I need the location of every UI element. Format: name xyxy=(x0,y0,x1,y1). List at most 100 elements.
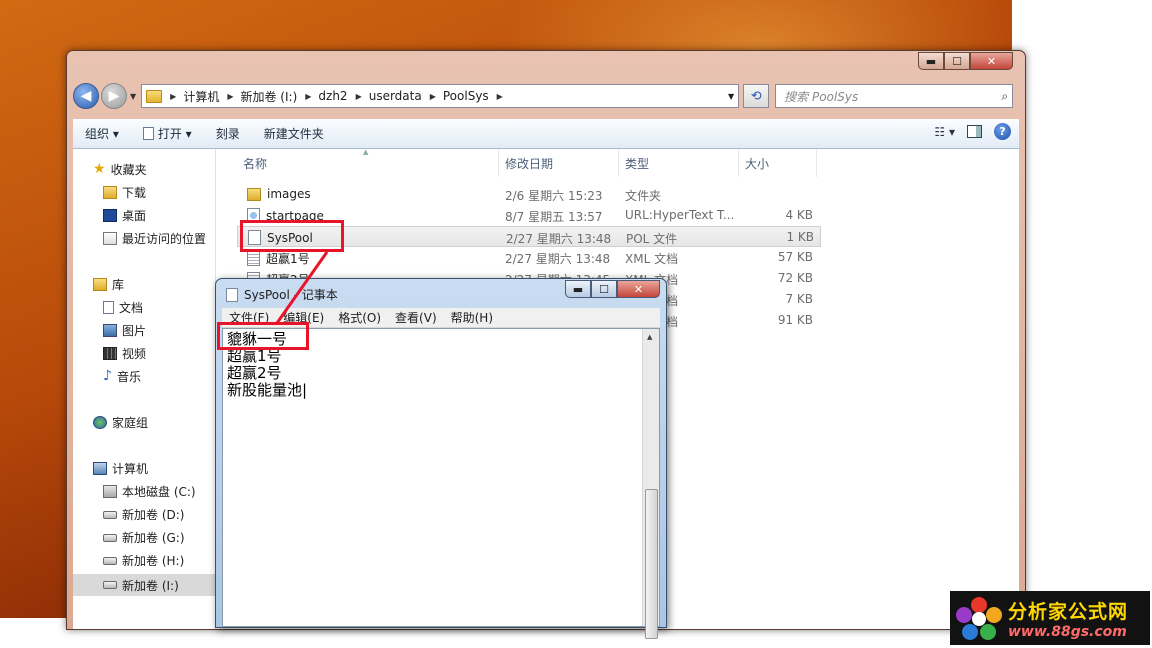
notepad-close-button[interactable]: ✕ xyxy=(617,280,660,298)
scrollbar-thumb[interactable] xyxy=(645,489,658,639)
nav-videos[interactable]: 视频 xyxy=(103,345,146,362)
computer-icon xyxy=(93,462,107,475)
documents-icon xyxy=(103,301,114,314)
recent-places-icon xyxy=(103,232,117,245)
recent-pages-dropdown[interactable]: ▼ xyxy=(130,92,136,101)
pictures-icon xyxy=(103,324,117,337)
forward-button[interactable]: ▶ xyxy=(101,83,127,109)
file-date: 2/6 星期六 15:23 xyxy=(505,189,603,203)
nav-drive-c[interactable]: 本地磁盘 (C:) xyxy=(103,483,196,500)
column-header-date[interactable]: 修改日期 xyxy=(499,149,619,177)
desktop-icon xyxy=(103,209,117,222)
column-header-name[interactable]: 名称 ▲ xyxy=(237,148,499,177)
burn-button[interactable]: 刻录 xyxy=(204,125,252,142)
open-label: 打开 ▾ xyxy=(157,127,192,141)
notepad-minimize-button[interactable]: ▬ xyxy=(565,280,591,298)
notepad-icon xyxy=(226,287,238,302)
column-header-type[interactable]: 类型 xyxy=(619,149,739,177)
file-size: 91 KB xyxy=(777,313,813,327)
breadcrumb-computer[interactable]: 计算机 xyxy=(183,88,219,105)
view-options-icon[interactable]: ☷ ▾ xyxy=(934,125,955,139)
menu-view[interactable]: 查看(V) xyxy=(388,309,444,326)
homegroup-icon xyxy=(93,416,107,429)
nav-label: 库 xyxy=(112,278,125,292)
drive-icon xyxy=(103,510,117,519)
address-bar[interactable]: ▶ 计算机 ▶ 新加卷 (I:) ▶ dzh2 ▶ userdata ▶ PoolSys … xyxy=(141,84,740,108)
column-label: 修改日期 xyxy=(505,156,554,171)
drive-icon xyxy=(103,581,117,589)
nav-recent[interactable]: 最近访问的位置 xyxy=(103,230,206,247)
chevron-right-icon: ▶ xyxy=(429,91,436,101)
nav-label: 最近访问的位置 xyxy=(122,232,207,246)
new-folder-button[interactable]: 新建文件夹 xyxy=(252,125,336,142)
nav-drive-g[interactable]: 新加卷 (G:) xyxy=(103,529,185,546)
vertical-scrollbar[interactable]: ▲ xyxy=(642,329,659,639)
breadcrumb-poolsys[interactable]: PoolSys xyxy=(443,89,489,103)
nav-desktop[interactable]: 桌面 xyxy=(103,207,146,224)
maximize-button[interactable]: ☐ xyxy=(944,52,970,70)
chevron-right-icon[interactable]: ▶ xyxy=(497,92,503,101)
file-name: images xyxy=(267,187,311,201)
file-type: POL 文件 xyxy=(626,232,678,246)
file-size: 72 KB xyxy=(777,271,813,285)
file-name: 超赢1号 xyxy=(266,252,310,266)
minimize-button[interactable]: ▬ xyxy=(918,52,944,70)
breadcrumb: ▶ userdata xyxy=(356,89,422,103)
address-dropdown-icon[interactable]: ▼ xyxy=(728,92,734,101)
nav-label: 视频 xyxy=(122,347,147,361)
nav-label: 本地磁盘 (C:) xyxy=(122,485,196,499)
nav-drive-i[interactable]: 新加卷 (I:) xyxy=(73,574,215,596)
breadcrumb: ▶ dzh2 xyxy=(305,89,347,103)
watermark-logo: 分析家公式网 www.88gs.com xyxy=(950,591,1150,645)
file-date: 8/7 星期五 13:57 xyxy=(505,210,603,224)
breadcrumb-drive-i[interactable]: 新加卷 (I:) xyxy=(240,88,297,105)
burn-label: 刻录 xyxy=(215,127,240,141)
file-row-images[interactable]: images 2/6 星期六 15:23 文件夹 xyxy=(237,184,821,205)
chevron-right-icon: ▶ xyxy=(227,91,234,101)
file-date: 2/27 星期六 13:48 xyxy=(506,232,612,246)
notepad-maximize-button[interactable]: ☐ xyxy=(591,280,617,298)
notepad-titlebar: SysPool - 记事本 xyxy=(226,286,338,303)
nav-drive-d[interactable]: 新加卷 (D:) xyxy=(103,506,184,523)
nav-pictures[interactable]: 图片 xyxy=(103,322,146,339)
organize-button[interactable]: 组织 ▾ xyxy=(73,125,131,142)
preview-pane-icon[interactable] xyxy=(967,125,982,138)
nav-music[interactable]: ♪ 音乐 xyxy=(103,368,141,385)
text-line: 超赢2号 xyxy=(227,364,282,382)
scroll-up-icon[interactable]: ▲ xyxy=(647,333,652,341)
help-icon[interactable]: ? xyxy=(994,123,1011,140)
nav-homegroup[interactable]: 家庭组 xyxy=(93,414,148,431)
nav-label: 新加卷 (I:) xyxy=(122,578,179,593)
open-button[interactable]: 打开 ▾ xyxy=(131,125,204,142)
column-header-size[interactable]: 大小 xyxy=(739,149,817,177)
nav-libraries[interactable]: 库 xyxy=(93,276,124,293)
nav-documents[interactable]: 文档 xyxy=(103,299,143,316)
notepad-title: SysPool - 记事本 xyxy=(244,288,338,302)
nav-label: 图片 xyxy=(122,324,147,338)
nav-label: 新加卷 (G:) xyxy=(122,531,185,545)
breadcrumb-userdata[interactable]: userdata xyxy=(369,89,422,103)
nav-drive-h[interactable]: 新加卷 (H:) xyxy=(103,552,184,569)
file-type: URL:HyperText T... xyxy=(625,208,735,222)
menu-help[interactable]: 帮助(H) xyxy=(444,309,500,326)
search-placeholder: 搜索 PoolSys xyxy=(784,89,859,104)
notepad-caption-buttons: ▬ ☐ ✕ xyxy=(565,280,660,298)
notepad-text-area[interactable]: 貔貅一号 超赢1号 超赢2号 新股能量池| ▲ xyxy=(222,328,660,639)
nav-computer[interactable]: 计算机 xyxy=(93,460,148,477)
nav-downloads[interactable]: 下载 xyxy=(103,184,146,201)
file-name-cell: 超赢1号 xyxy=(247,250,310,267)
refresh-icon: ⟲ xyxy=(750,88,762,104)
back-button[interactable]: ◀ xyxy=(73,83,99,109)
nav-label: 桌面 xyxy=(122,209,147,223)
search-input[interactable]: 搜索 PoolSys ⌕ xyxy=(775,84,1014,108)
close-button[interactable]: ✕ xyxy=(970,52,1013,70)
column-label: 类型 xyxy=(625,156,650,171)
watermark-title: 分析家公式网 xyxy=(1008,601,1129,623)
breadcrumb-dzh2[interactable]: dzh2 xyxy=(318,89,347,103)
nav-favorites[interactable]: ★ 收藏夹 xyxy=(93,161,147,178)
menu-format[interactable]: 格式(O) xyxy=(331,309,388,326)
refresh-button[interactable]: ⟲ xyxy=(743,84,770,108)
system-drive-icon xyxy=(103,485,117,498)
nav-label: 下载 xyxy=(122,186,147,200)
xml-file-icon xyxy=(247,251,260,266)
